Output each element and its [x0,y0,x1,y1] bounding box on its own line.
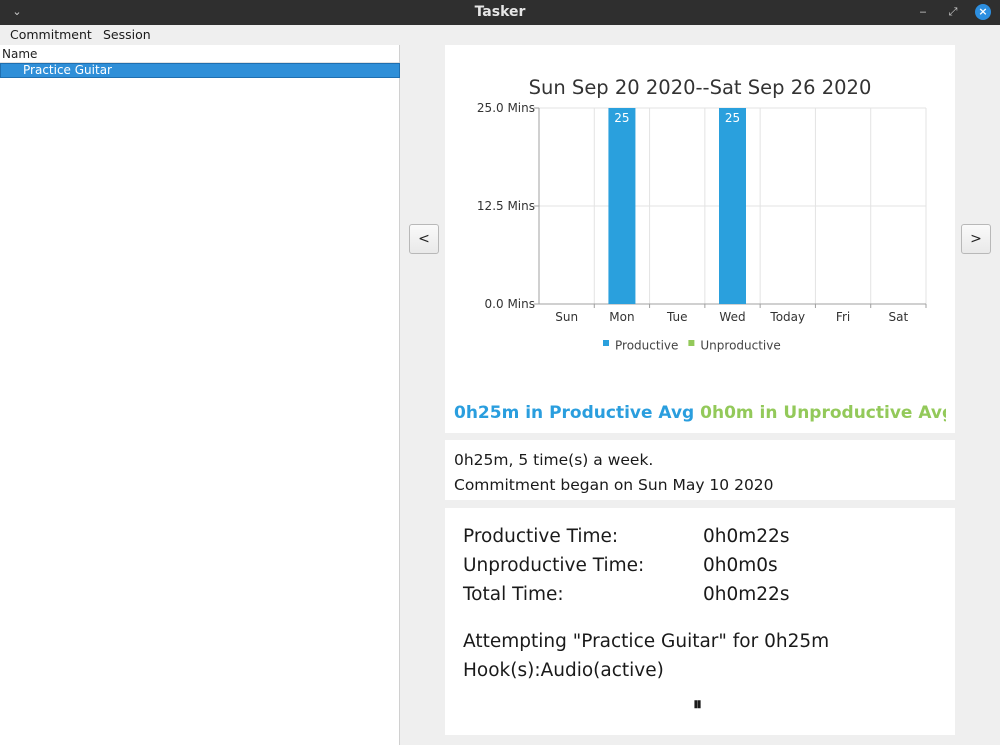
tree-item-practice-guitar[interactable]: Practice Guitar [0,63,400,78]
menu-commitment[interactable]: Commitment [10,27,92,42]
bar-data-label: 25 [614,111,629,125]
total-time-label: Total Time: [463,584,564,605]
attempt-text: Attempting "Practice Guitar" for 0h25m [463,631,830,652]
bar-data-label: 25 [725,111,740,125]
restore-icon[interactable]: ⤢ [945,4,961,20]
x-tick-label: Today [769,310,805,324]
productive-average: 0h25m in Productive Avg [454,403,695,423]
productive-time-value: 0h0m22s [703,526,790,547]
total-time-value: 0h0m22s [703,584,790,605]
unproductive-average: 0h0m in Unproductive Avg [700,403,946,423]
close-icon[interactable]: × [975,4,991,20]
x-tick-label: Fri [836,310,850,324]
productive-time-label: Productive Time: [463,526,619,547]
window-title: Tasker [474,4,526,20]
commitment-info: 0h25m, 5 time(s) a week. Commitment bega… [445,440,955,500]
bar-productive [608,108,636,304]
legend-label: Productive [615,339,678,353]
averages-line: 0h25m in Productive Avg 0h0m in Unproduc… [454,403,946,423]
legend-swatch [603,340,609,346]
minimize-icon[interactable]: ‒ [915,4,931,20]
window-titlebar: ⌄ Tasker ‒ ⤢ × [0,0,1000,25]
hooks-text: Hook(s):Audio(active) [463,660,664,681]
menubar: Commitment Session [0,25,1000,45]
next-week-button[interactable]: > [961,224,991,254]
weekly-chart-panel: Sun Sep 20 2020--Sat Sep 26 2020 0.0 Min… [445,45,955,433]
y-tick-label: 25.0 Mins [477,101,535,115]
menu-session[interactable]: Session [103,27,151,42]
x-tick-label: Mon [609,310,634,324]
pause-icon[interactable]: ⏸ [693,694,702,715]
x-tick-label: Wed [719,310,745,324]
commitment-tree: Name Practice Guitar [0,45,400,745]
legend-label: Unproductive [700,339,780,353]
y-tick-label: 0.0 Mins [485,297,535,311]
x-tick-label: Tue [666,310,688,324]
unproductive-time-value: 0h0m0s [703,555,778,576]
tree-column-header[interactable]: Name [0,45,399,63]
unproductive-time-label: Unproductive Time: [463,555,645,576]
x-tick-label: Sat [889,310,909,324]
commitment-schedule: 0h25m, 5 time(s) a week. [454,451,654,469]
x-tick-label: Sun [555,310,578,324]
weekly-bar-chart: 0.0 Mins 12.5 Mins 25.0 Mins 25 25 Sun Mon Tue W… [477,101,927,353]
session-panel: Productive Time: 0h0m22s Unproductive Ti… [445,508,955,735]
previous-week-button[interactable]: < [409,224,439,254]
legend-swatch [688,340,695,346]
y-tick-label: 12.5 Mins [477,199,535,213]
commitment-start: Commitment began on Sun May 10 2020 [454,476,774,494]
bar-productive [719,108,746,304]
